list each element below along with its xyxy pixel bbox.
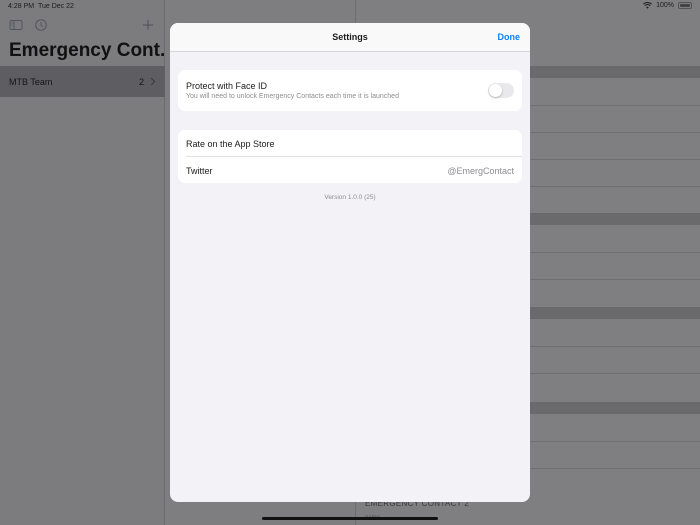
list-item-label: MTB Team bbox=[9, 76, 53, 87]
status-right: 100% bbox=[643, 2, 692, 9]
sidebar: Emergency Cont... MTB Team 2 bbox=[0, 0, 176, 525]
chevron-right-icon bbox=[150, 77, 156, 86]
links-group: Rate on the App Store Twitter @EmergCont… bbox=[178, 130, 522, 183]
done-button[interactable]: Done bbox=[498, 32, 521, 42]
sidebar-toolbar bbox=[9, 18, 155, 34]
rate-app-store-label: Rate on the App Store bbox=[186, 139, 275, 149]
face-id-title: Protect with Face ID bbox=[186, 81, 268, 91]
status-clock: 4:28 PM bbox=[8, 3, 35, 10]
sidebar-toggle-icon[interactable] bbox=[9, 18, 23, 32]
plus-icon[interactable] bbox=[141, 18, 155, 32]
twitter-handle: @EmergContact bbox=[447, 166, 514, 176]
list-item-mtb-team[interactable]: MTB Team 2 bbox=[0, 66, 165, 97]
sidebar-title: Emergency Cont... bbox=[9, 40, 176, 61]
face-id-subtitle: You will need to unlock Emergency Contac… bbox=[186, 93, 399, 100]
face-id-group: Protect with Face ID You will need to un… bbox=[178, 70, 522, 111]
status-bar: 4:28 PM Tue Dec 22 100% bbox=[0, 0, 700, 14]
history-icon[interactable] bbox=[34, 18, 48, 32]
version-label: Version 1.0.0 (25) bbox=[324, 194, 376, 201]
twitter-row[interactable]: Twitter @EmergContact bbox=[178, 157, 522, 183]
wifi-icon bbox=[643, 2, 653, 9]
battery-icon bbox=[678, 2, 692, 9]
rate-app-store-row[interactable]: Rate on the App Store bbox=[178, 130, 522, 157]
battery-percent: 100% bbox=[656, 2, 674, 9]
status-date: Tue Dec 22 bbox=[37, 3, 74, 10]
twitter-label: Twitter bbox=[186, 166, 213, 176]
toggle-knob bbox=[489, 84, 502, 97]
ipad-screen: 4:28 PM Tue Dec 22 100% Emergency Cont..… bbox=[0, 0, 700, 525]
modal-header: Settings Done bbox=[170, 23, 530, 52]
face-id-toggle[interactable] bbox=[488, 83, 514, 98]
home-indicator[interactable] bbox=[262, 517, 438, 520]
list-item-count: 2 bbox=[138, 76, 144, 87]
status-time: 4:28 PM Tue Dec 22 bbox=[8, 3, 74, 10]
settings-modal: Settings Done Protect with Face ID You w… bbox=[170, 23, 530, 502]
modal-title: Settings bbox=[332, 32, 368, 42]
